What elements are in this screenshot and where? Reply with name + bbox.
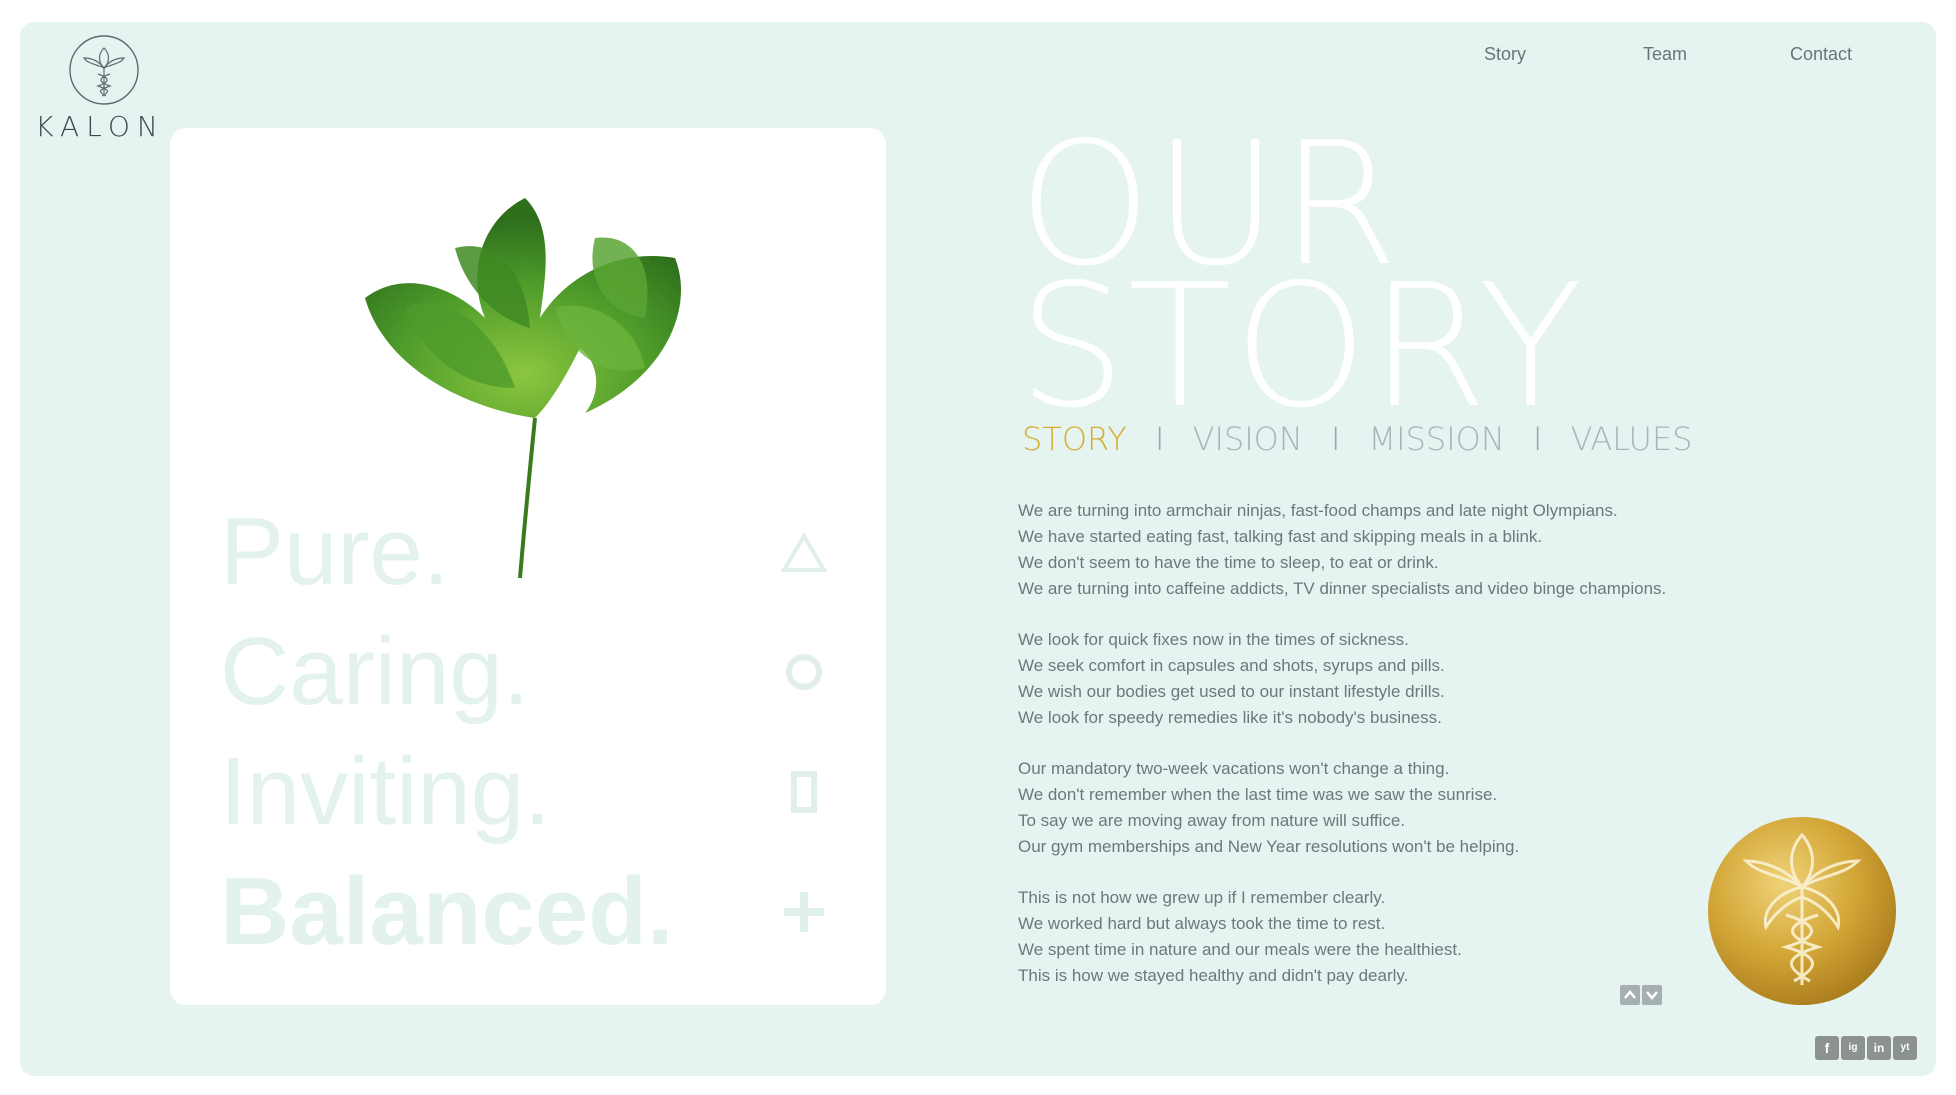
tab-mission[interactable]: MISSION	[1369, 420, 1505, 458]
gold-seal-emblem	[1708, 817, 1896, 1005]
value-word-balanced: Balanced.	[220, 858, 674, 965]
story-paragraph-1: We are turning into armchair ninjas, fas…	[1018, 498, 1666, 602]
story-tabs: STORY I VISION I MISSION I VALUES	[1022, 420, 1710, 458]
social-links: f ig in yt	[1813, 1036, 1917, 1060]
rectangle-icon	[791, 771, 817, 813]
nav-contact-link[interactable]: Contact	[1790, 44, 1852, 65]
story-line: We have started eating fast, talking fas…	[1018, 527, 1543, 546]
story-line: We spent time in nature and our meals we…	[1018, 940, 1462, 959]
story-line: We look for speedy remedies like it's no…	[1018, 708, 1442, 727]
tab-separator: I	[1532, 420, 1543, 458]
value-word-pure: Pure.	[220, 498, 450, 605]
scroll-down-button[interactable]	[1642, 985, 1662, 1005]
story-line: We are turning into armchair ninjas, fas…	[1018, 501, 1618, 520]
story-line: Our mandatory two-week vacations won't c…	[1018, 759, 1450, 778]
story-line: We don't remember when the last time was…	[1018, 785, 1498, 804]
story-paragraph-4: This is not how we grew up if I remember…	[1018, 885, 1462, 989]
story-line: We don't seem to have the time to sleep,…	[1018, 553, 1439, 572]
chevron-down-icon	[1646, 991, 1658, 1000]
value-word-caring: Caring.	[220, 618, 530, 725]
triangle-icon	[780, 532, 828, 572]
story-line: We wish our bodies get used to our insta…	[1018, 682, 1445, 701]
values-card: Pure. Caring. Inviting. Balanced.	[170, 128, 886, 1005]
plus-icon	[784, 892, 824, 932]
value-word-inviting: Inviting.	[220, 738, 551, 845]
nav-story-link[interactable]: Story	[1484, 44, 1526, 65]
scroll-controls	[1620, 985, 1664, 1010]
story-paragraph-2: We look for quick fixes now in the times…	[1018, 627, 1445, 731]
chevron-up-icon	[1624, 990, 1636, 999]
instagram-icon[interactable]: ig	[1841, 1036, 1865, 1060]
linkedin-icon[interactable]: in	[1867, 1036, 1891, 1060]
story-line: We are turning into caffeine addicts, TV…	[1018, 579, 1667, 598]
facebook-icon[interactable]: f	[1815, 1036, 1839, 1060]
story-line: We worked hard but always took the time …	[1018, 914, 1386, 933]
nav-team-link[interactable]: Team	[1643, 44, 1687, 65]
youtube-icon[interactable]: yt	[1893, 1036, 1917, 1060]
story-line: This is not how we grew up if I remember…	[1018, 888, 1386, 907]
story-line: We seek comfort in capsules and shots, s…	[1018, 656, 1445, 675]
story-line: This is how we stayed healthy and didn't…	[1018, 966, 1409, 985]
tab-separator: I	[1330, 420, 1341, 458]
hero-title-line2: STORY	[1018, 248, 1585, 446]
tab-story[interactable]: STORY	[1022, 420, 1127, 458]
tab-values[interactable]: VALUES	[1571, 420, 1693, 458]
story-line: Our gym memberships and New Year resolut…	[1018, 837, 1520, 856]
story-line: To say we are moving away from nature wi…	[1018, 811, 1406, 830]
circle-icon	[786, 654, 822, 690]
lotus-caduceus-icon	[69, 35, 139, 105]
brand-logo[interactable]: KALON	[30, 34, 170, 144]
story-line: We look for quick fixes now in the times…	[1018, 630, 1409, 649]
brand-name: KALON	[35, 110, 165, 143]
story-paragraph-3: Our mandatory two-week vacations won't c…	[1018, 756, 1519, 860]
tab-vision[interactable]: VISION	[1193, 420, 1303, 458]
scroll-up-button[interactable]	[1620, 985, 1640, 1005]
tab-separator: I	[1154, 420, 1165, 458]
